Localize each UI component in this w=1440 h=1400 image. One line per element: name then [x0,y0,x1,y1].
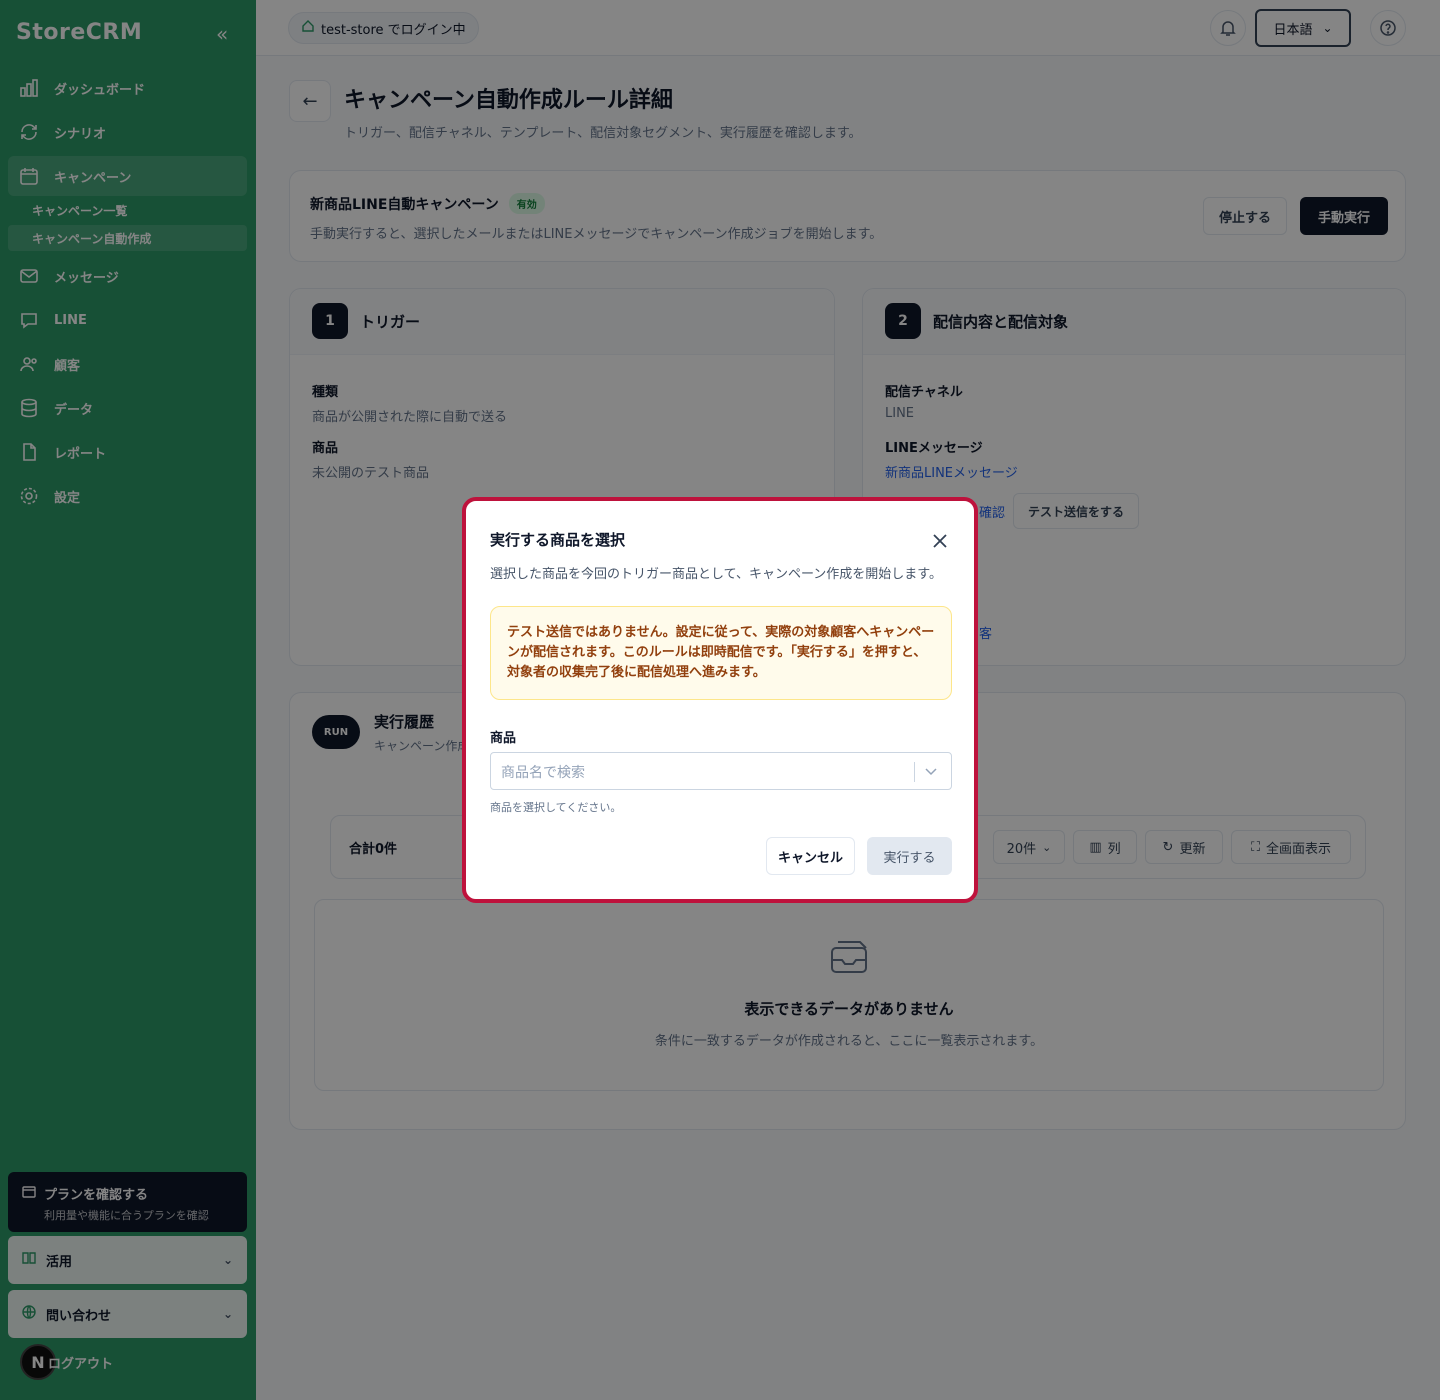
modal-title: 実行する商品を選択 [490,531,626,549]
run-button[interactable]: 実行する [867,837,952,875]
product-search-select[interactable]: 商品名で検索 [490,752,952,790]
product-help-text: 商品を選択してください。 [490,801,622,814]
chevron-down-icon[interactable] [923,763,939,783]
product-search-placeholder: 商品名で検索 [501,765,585,781]
modal-description: 選択した商品を今回のトリガー商品として、キャンペーン作成を開始します。 [490,567,943,582]
cancel-button[interactable]: キャンセル [766,837,855,875]
select-separator [914,762,915,782]
select-product-modal: 実行する商品を選択 選択した商品を今回のトリガー商品として、キャンペーン作成を開… [462,497,978,903]
product-field-label: 商品 [490,731,517,746]
close-icon[interactable] [926,527,954,555]
warning-box: テスト送信ではありません。設定に従って、実際の対象顧客へキャンペーンが配信されま… [490,606,952,700]
